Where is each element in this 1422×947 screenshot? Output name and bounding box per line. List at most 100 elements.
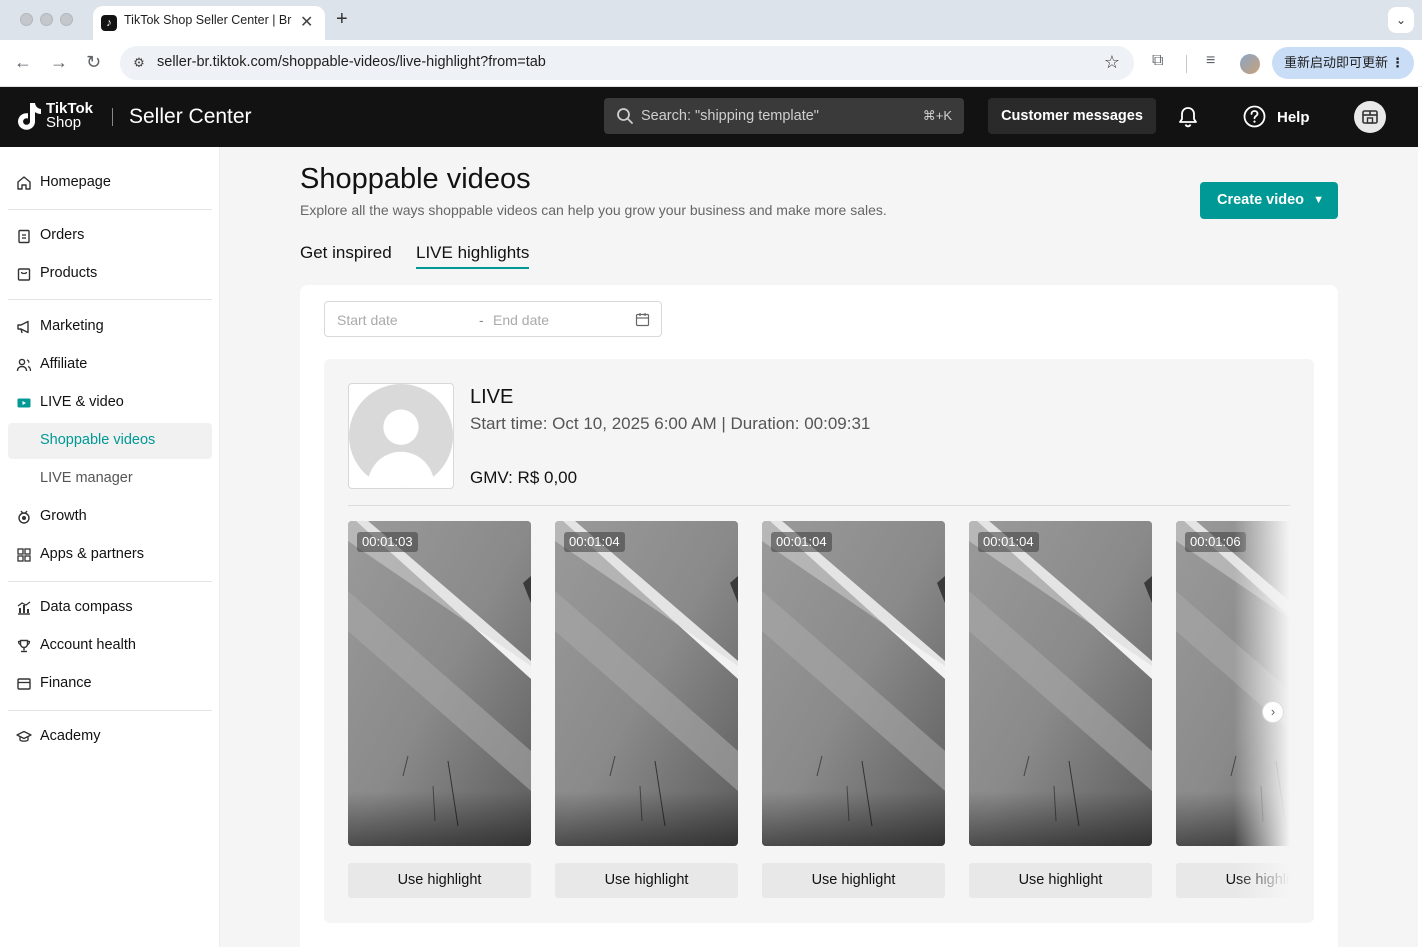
profile-avatar-icon[interactable] [1240,54,1260,74]
date-range-picker[interactable]: Start date - End date [324,301,662,337]
browser-tab[interactable]: ♪ TikTok Shop Seller Center | Br ✕ [93,6,325,40]
browser-tab-title: TikTok Shop Seller Center | Br [124,13,292,27]
bookmark-star-icon[interactable]: ☆ [1104,52,1120,73]
media-playlist-icon[interactable]: ≡ [1206,52,1215,70]
sidebar-item-finance[interactable]: Finance [8,666,212,702]
sidebar-item-label: Data compass [40,599,133,615]
live-highlights-card: Start date - End date LIVE Start time: O… [300,285,1338,947]
extensions-puzzle-icon[interactable]: ⧉ [1152,52,1163,70]
back-arrow-icon[interactable]: ← [14,52,32,73]
customer-messages-button[interactable]: Customer messages [988,98,1156,134]
sidebar-divider [8,209,212,210]
video-frame-image [555,521,738,846]
people-icon [16,358,32,372]
clip-duration-badge: 00:01:04 [564,532,625,552]
logo-divider [112,108,113,126]
live-video-icon [17,398,31,408]
sidebar-item-data-compass[interactable]: Data compass [8,590,212,626]
sidebar-item-account-health[interactable]: Account health [8,628,212,664]
sidebar-item-label: Orders [40,227,85,243]
window-zoom-button[interactable] [60,13,73,26]
sidebar-divider [8,581,212,582]
video-frame-image [762,521,945,846]
live-host-avatar [348,383,454,489]
help-circle-icon [1243,105,1266,128]
brand-bottom-text: Shop [46,114,82,131]
default-avatar-icon [349,384,453,488]
highlight-thumbnail[interactable]: 00:01:03 [348,521,531,846]
new-tab-icon[interactable]: + [336,8,348,31]
forward-arrow-icon[interactable]: → [50,52,68,73]
browser-toolbar: ← → ↻ ⚙ seller-br.tiktok.com/shoppable-v… [0,40,1422,87]
tiktok-favicon-icon: ♪ [101,15,117,31]
sidebar-item-label: Apps & partners [40,546,144,562]
use-highlight-button[interactable]: Use highlight [762,863,945,898]
notification-bell-icon[interactable] [1176,105,1200,129]
sidebar-item-label: LIVE & video [40,394,124,410]
sidebar-item-label: Growth [40,508,87,524]
clipboard-icon [18,229,30,244]
page-title: Shoppable videos [300,163,531,195]
shop-avatar-button[interactable] [1354,101,1386,133]
sidebar-item-marketing[interactable]: Marketing [8,309,212,345]
sidebar-item-products[interactable]: Products [8,256,212,292]
use-highlight-button[interactable]: Use highlight [555,863,738,898]
toolbar-divider [1186,55,1187,73]
search-placeholder: Search: "shipping template" [641,108,819,124]
sidebar-item-live-manager[interactable]: LIVE manager [8,461,212,497]
main-content: Shoppable videos Explore all the ways sh… [220,147,1418,947]
search-icon [617,108,633,124]
carousel-next-icon[interactable]: › [1262,701,1284,723]
global-search-input[interactable]: Search: "shipping template" ⌘+K [604,98,964,134]
site-settings-icon[interactable]: ⚙ [130,54,148,72]
sidebar-item-live-video[interactable]: LIVE & video [8,385,212,421]
tiktok-logo-icon[interactable] [16,101,42,131]
highlight-clip: 00:01:04 Use highlight [969,521,1152,898]
browser-tabstrip: ♪ TikTok Shop Seller Center | Br ✕ + ⌄ [0,0,1422,40]
window-close-button[interactable] [20,13,33,26]
highlight-clip: 00:01:04 Use highlight [555,521,738,898]
video-frame-image [348,521,531,846]
highlight-carousel: 00:01:03 Use highlight 00:01:04 Use high… [348,521,1290,901]
update-label: 重新启动即可更新 [1284,55,1389,70]
sidebar-item-label: Homepage [40,174,111,190]
reload-icon[interactable]: ↻ [86,52,101,73]
browser-menu-icon[interactable]: ⋮ [1391,47,1404,79]
create-video-button[interactable]: Create video ▼ [1200,182,1338,219]
clip-duration-badge: 00:01:04 [771,532,832,552]
start-date-input[interactable]: Start date [337,312,398,328]
shopping-bag-icon [17,268,31,281]
use-highlight-button[interactable]: Use highlight [348,863,531,898]
sidebar-item-homepage[interactable]: Homepage [8,165,212,201]
sidebar-item-shoppable-videos[interactable]: Shoppable videos [8,423,212,459]
tab-get-inspired[interactable]: Get inspired [300,243,392,263]
update-button[interactable]: 重新启动即可更新 ⋮ [1272,47,1414,79]
tab-search-chevron-icon[interactable]: ⌄ [1388,7,1414,33]
highlight-thumbnail[interactable]: 00:01:04 [762,521,945,846]
end-date-input[interactable]: End date [493,312,549,328]
window-minimize-button[interactable] [40,13,53,26]
tab-close-icon[interactable]: ✕ [300,12,313,32]
search-shortcut: ⌘+K [922,108,952,123]
app-header: TikTok Shop Seller Center Search: "shipp… [0,87,1418,147]
sidebar-item-label: Account health [40,637,136,653]
use-highlight-button[interactable]: Use highlight [969,863,1152,898]
graduation-cap-icon [16,730,32,742]
calendar-icon[interactable] [635,312,650,327]
highlight-thumbnail[interactable]: 00:01:04 [969,521,1152,846]
address-url[interactable]: seller-br.tiktok.com/shoppable-videos/li… [157,54,546,70]
sidebar-item-growth[interactable]: Growth [8,499,212,535]
sidebar-nav: Homepage Orders Products Marketing Affil… [0,147,220,947]
highlight-thumbnail[interactable]: 00:01:04 [555,521,738,846]
bar-chart-icon [17,601,31,615]
sidebar-item-orders[interactable]: Orders [8,218,212,254]
live-session-panel: LIVE Start time: Oct 10, 2025 6:00 AM | … [324,359,1314,923]
sidebar-divider [8,710,212,711]
sidebar-item-apps-partners[interactable]: Apps & partners [8,537,212,573]
tab-live-highlights[interactable]: LIVE highlights [416,243,530,269]
sidebar-item-affiliate[interactable]: Affiliate [8,347,212,383]
sidebar-item-academy[interactable]: Academy [8,719,212,755]
tiktok-shop-wordmark: TikTok Shop [46,101,93,131]
sidebar-item-label: Finance [40,675,92,691]
address-bar[interactable]: ⚙ seller-br.tiktok.com/shoppable-videos/… [120,46,1134,80]
